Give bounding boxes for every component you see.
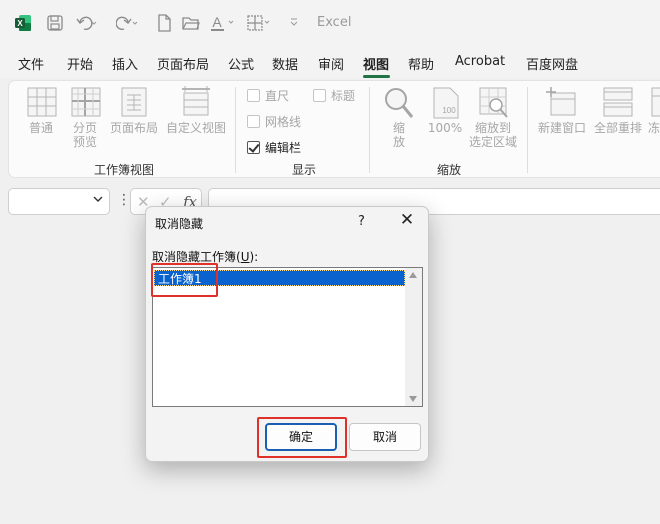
- headings-label: 标题: [331, 89, 356, 103]
- normal-view-button[interactable]: 普通: [21, 121, 61, 135]
- label-suffix: ):: [249, 250, 259, 264]
- highlight-box-item: [151, 263, 218, 297]
- name-box[interactable]: [8, 188, 110, 215]
- page-layout-view-label: 页面布局: [109, 121, 158, 135]
- page-break-preview-button[interactable]: 分页 预览: [65, 121, 105, 149]
- excel-logo-icon: X: [14, 14, 32, 32]
- zoom-to-selection-button[interactable]: 缩放到 选定区域: [465, 121, 521, 149]
- new-file-icon[interactable]: [156, 14, 172, 32]
- ruler-checkbox[interactable]: 直尺: [247, 87, 289, 104]
- ruler-label: 直尺: [265, 89, 290, 103]
- gridlines-checkbox-box[interactable]: [247, 115, 260, 128]
- tab-insert[interactable]: 插入: [112, 54, 138, 73]
- active-tab-indicator: [363, 75, 390, 78]
- new-window-button[interactable]: 新建窗口: [535, 121, 589, 135]
- save-icon[interactable]: [46, 14, 64, 32]
- tab-help[interactable]: 帮助: [408, 54, 434, 73]
- tab-acrobat[interactable]: Acrobat: [455, 54, 505, 69]
- tab-page-layout[interactable]: 页面布局: [157, 54, 209, 73]
- page-break-preview-icon: [71, 87, 101, 120]
- open-folder-icon[interactable]: [182, 14, 200, 32]
- formula-bar-checkbox[interactable]: 编辑栏: [247, 139, 301, 156]
- zoom-to-selection-label-2: 选定区域: [468, 135, 517, 149]
- custom-views-icon: [181, 85, 211, 120]
- group-separator: [369, 87, 370, 173]
- page-layout-view-icon: [121, 87, 147, 120]
- zoom-label-1: 缩: [392, 121, 405, 135]
- zoom-100-button[interactable]: 100%: [423, 121, 467, 135]
- quick-access-toolbar: X A Excel: [0, 0, 660, 46]
- redo-icon[interactable]: [116, 14, 138, 32]
- group-separator: [235, 87, 236, 173]
- zoom-button[interactable]: 缩 放: [384, 121, 414, 149]
- arrange-all-button[interactable]: 全部重排: [591, 121, 645, 135]
- close-icon[interactable]: ✕: [398, 211, 416, 229]
- zoom-icon: [384, 87, 414, 122]
- chevron-down-icon[interactable]: [93, 194, 103, 207]
- zoom-100-icon: 100: [432, 87, 460, 122]
- scroll-down-icon[interactable]: [409, 396, 417, 402]
- zoom-to-selection-icon: [479, 87, 509, 122]
- formula-bar-checkbox-box[interactable]: [247, 141, 260, 154]
- customize-qat-icon[interactable]: [289, 14, 299, 32]
- headings-checkbox[interactable]: 标题: [313, 87, 355, 104]
- gridlines-checkbox[interactable]: 网格线: [247, 113, 301, 130]
- highlight-box-ok: [257, 417, 347, 458]
- formula-bar-label: 编辑栏: [265, 141, 302, 155]
- tab-formulas[interactable]: 公式: [228, 54, 254, 73]
- new-window-icon: [545, 87, 577, 120]
- freeze-panes-icon: [651, 87, 660, 120]
- scroll-up-icon[interactable]: [409, 272, 417, 278]
- tab-home[interactable]: 开始: [67, 54, 93, 73]
- svg-text:A: A: [212, 14, 222, 30]
- page-layout-view-button[interactable]: 页面布局: [107, 121, 161, 135]
- tab-view[interactable]: 视图: [363, 54, 389, 73]
- page-break-preview-label-2: 预览: [72, 135, 97, 149]
- unhide-dialog: 取消隐藏 ? ✕ 取消隐藏工作簿(U): 工作簿1 确定 取消: [145, 206, 429, 462]
- svg-text:X: X: [17, 19, 23, 28]
- zoom-100-label: 100%: [427, 121, 463, 135]
- undo-icon[interactable]: [76, 14, 98, 32]
- tab-review[interactable]: 审阅: [318, 54, 344, 73]
- tab-data[interactable]: 数据: [272, 54, 298, 73]
- ruler-checkbox-box[interactable]: [247, 89, 260, 102]
- zoom-group-label: 缩放: [437, 163, 462, 177]
- custom-views-button[interactable]: 自定义视图: [163, 121, 229, 135]
- tab-file[interactable]: 文件: [18, 54, 44, 73]
- listbox-scrollbar[interactable]: [405, 268, 422, 406]
- help-button[interactable]: ?: [358, 214, 365, 229]
- tab-baidu-netdisk[interactable]: 百度网盘: [526, 54, 578, 73]
- font-color-icon[interactable]: A: [210, 14, 236, 32]
- app-title: Excel: [317, 15, 352, 30]
- dialog-title: 取消隐藏: [155, 217, 204, 231]
- borders-icon[interactable]: [246, 14, 272, 32]
- zoom-to-selection-label-1: 缩放到: [474, 121, 511, 135]
- normal-view-label: 普通: [28, 121, 53, 135]
- new-window-label: 新建窗口: [537, 121, 586, 135]
- gridlines-label: 网格线: [265, 115, 302, 129]
- cancel-button[interactable]: 取消: [349, 423, 421, 451]
- more-options-icon[interactable]: ⋮: [117, 192, 131, 208]
- arrange-all-icon: [603, 87, 633, 120]
- ribbon-tabs: 文件 开始 插入 页面布局 公式 数据 审阅 视图 帮助 Acrobat 百度网…: [0, 46, 660, 78]
- freeze-panes-label: 冻: [647, 121, 660, 135]
- show-group-label: 显示: [292, 163, 317, 177]
- custom-views-label: 自定义视图: [165, 121, 226, 135]
- page-break-preview-label-1: 分页: [72, 121, 97, 135]
- headings-checkbox-box[interactable]: [313, 89, 326, 102]
- svg-text:100: 100: [442, 106, 456, 115]
- workbook-views-group-label: 工作簿视图: [94, 163, 155, 177]
- group-separator: [527, 87, 528, 173]
- freeze-panes-button[interactable]: 冻: [647, 121, 660, 135]
- ribbon-panel: 普通 分页 预览 页面布局 自定义视图 工作簿视图 直尺 标题 网格线 编辑栏 …: [8, 80, 660, 178]
- label-prefix: 取消隐藏工作簿(: [152, 250, 241, 264]
- normal-view-icon: [27, 87, 57, 120]
- zoom-label-2: 放: [392, 135, 405, 149]
- arrange-all-label: 全部重排: [593, 121, 642, 135]
